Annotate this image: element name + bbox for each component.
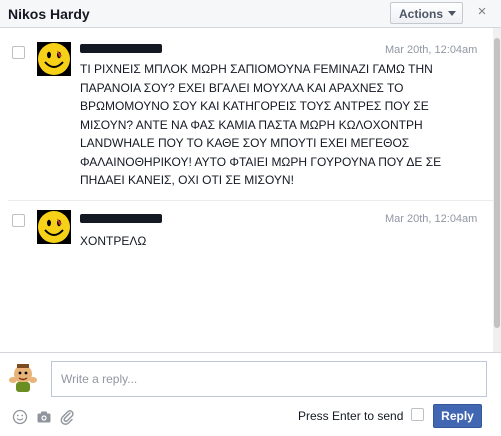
press-enter-label: Press Enter to send <box>298 409 404 423</box>
message-text: ΤΙ ΡΙΧΝΕΙΣ ΜΠΛΟΚ ΜΩΡΗ ΣΑΠΙΟΜΟΥΝΑ FEMINAZ… <box>80 62 442 187</box>
reply-input[interactable] <box>52 362 486 396</box>
message-timestamp: Mar 20th, 12:04am <box>385 44 478 56</box>
message-item: Mar 20th, 12:04am ΧΟΝΤΡΕΛΩ <box>0 201 493 261</box>
sender-name-redacted <box>80 214 162 223</box>
press-enter-checkbox[interactable] <box>411 408 424 421</box>
sender-name-redacted <box>80 44 162 53</box>
actions-label: Actions <box>399 7 444 21</box>
reply-field[interactable] <box>51 361 487 397</box>
paperclip-icon[interactable] <box>59 409 75 425</box>
chevron-down-icon <box>448 11 456 16</box>
actions-dropdown-button[interactable]: Actions <box>390 2 463 24</box>
scrollbar-thumb[interactable] <box>494 38 500 328</box>
composer-separator <box>0 352 501 353</box>
smiley-face-icon <box>37 42 71 76</box>
close-icon[interactable]: × <box>474 4 490 20</box>
camera-icon[interactable] <box>36 409 52 425</box>
message-item: Mar 20th, 12:04am ΤΙ ΡΙΧΝΕΙΣ ΜΠΛΟΚ ΜΩΡΗ … <box>0 28 493 200</box>
emoji-icon[interactable] <box>12 409 28 425</box>
reply-button[interactable]: Reply <box>433 404 482 428</box>
message-text: ΧΟΝΤΡΕΛΩ <box>80 234 147 248</box>
cartoon-character-icon <box>8 360 38 394</box>
message-select-checkbox[interactable] <box>12 214 25 227</box>
message-timestamp: Mar 20th, 12:04am <box>385 213 478 225</box>
smiley-face-icon <box>37 210 71 244</box>
conversation-title: Nikos Hardy <box>8 6 90 22</box>
conversation-header: Nikos Hardy Actions × <box>0 0 501 28</box>
message-select-checkbox[interactable] <box>12 46 25 59</box>
